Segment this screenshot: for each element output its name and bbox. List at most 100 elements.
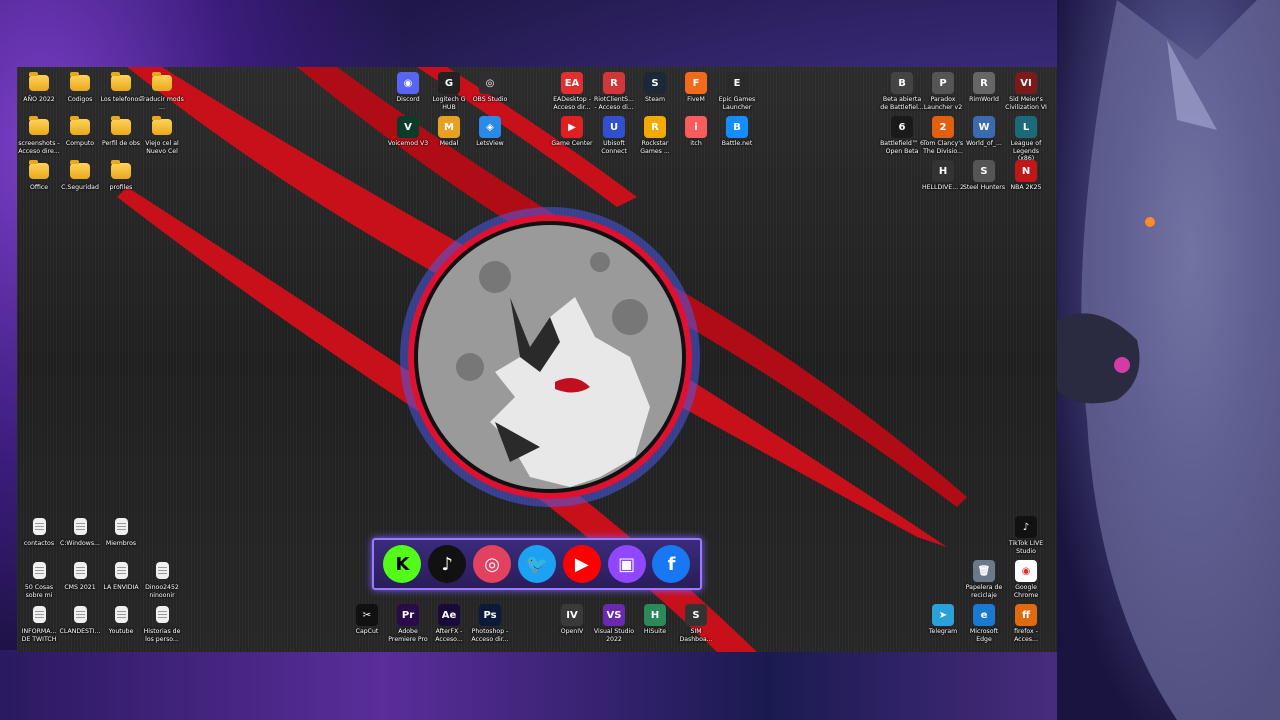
desktop-icon-label: Ubisoft Connect [601,140,627,155]
desktop-icon[interactable]: AÑO 2022 [17,72,61,104]
desktop-icon[interactable]: F FiveM [674,72,718,104]
instagram-icon[interactable]: ◎ [473,545,512,583]
desktop-icon[interactable]: contactos [17,516,61,548]
desktop-icon[interactable]: U Ubisoft Connect [592,116,636,155]
desktop-icon[interactable]: Perfil de obs [99,116,143,148]
desktop-icon[interactable]: V Voicemod V3 [386,116,430,148]
desktop-icon[interactable]: S SIM Dashboa... [674,604,718,643]
desktop-icon[interactable]: CLANDESTI... [58,604,102,636]
desktop-icon[interactable]: screenshots - Acceso dire... [17,116,61,155]
desktop-icon[interactable]: ♪ TikTok LIVE Studio [1004,516,1048,555]
tiktok-icon[interactable]: ♪ [428,545,467,583]
desktop-icon[interactable]: Computo [58,116,102,148]
app-icon: U [603,116,625,138]
desktop-icon[interactable]: 🗑 Papelera de reciclaje [962,560,1006,599]
desktop-icon[interactable]: G Logitech G HUB [427,72,471,111]
desktop-icon[interactable]: 6 Battlefield™ 6 Open Beta [880,116,924,155]
desktop-icon[interactable]: ◈ LetsView [468,116,512,148]
desktop-icon[interactable]: H HiSuite [633,604,677,636]
desktop-icon[interactable]: ◎ OBS Studio [468,72,512,104]
desktop-icon[interactable]: IV OpenIV [550,604,594,636]
twitter-icon[interactable]: 🐦 [517,545,556,583]
desktop-icon[interactable]: R RiotClientS... - Acceso di... [592,72,636,111]
desktop-icon-label: Discord [396,96,420,103]
desktop-icon[interactable]: Historias de los perso... [140,604,184,643]
desktop-icon-label: RiotClientS... - Acceso di... [594,96,634,111]
desktop-icon[interactable]: R RimWorld [962,72,1006,104]
desktop-icon[interactable]: Office [17,160,61,192]
desktop-icon[interactable]: Codigos [58,72,102,104]
desktop-icon[interactable]: i itch [674,116,718,148]
desktop-icon-label: Telegram [928,628,958,635]
desktop-icon[interactable]: 2 Tom Clancy's The Divisio... [921,116,965,155]
document-icon [73,606,87,623]
desktop-icon[interactable]: S Steam [633,72,677,104]
desktop-icon-label: Battle.net [721,140,753,147]
desktop-icon[interactable]: Dinoo2452 ninoonir [140,560,184,599]
document-icon [32,606,46,623]
kick-icon[interactable]: K [383,545,422,583]
app-icon: e [973,604,995,626]
desktop-icon-label: Steel Hunters [962,184,1006,191]
facebook-icon[interactable]: f [652,545,691,583]
desktop-icon[interactable]: N NBA 2K25 [1004,160,1048,192]
desktop-icon[interactable]: VI Sid Meier's Civilization VI [1004,72,1048,111]
desktop-icon[interactable]: M Medal [427,116,471,148]
desktop-icon[interactable]: ➤ Telegram [921,604,965,636]
desktop-icon[interactable]: Viejo cel al Nuevo Cel [140,116,184,155]
desktop-icon[interactable]: B Beta abierta de Battlefiel... [880,72,924,111]
app-icon: ✂ [356,604,378,626]
desktop-icon[interactable]: Pr Adobe Premiere Pro [386,604,430,643]
desktop-icon[interactable]: R Rockstar Games ... [633,116,677,155]
desktop-icon[interactable]: S Steel Hunters [962,160,1006,192]
desktop-icon-label: Battlefield™ 6 Open Beta [880,140,924,155]
desktop-icon[interactable]: ◉ Discord [386,72,430,104]
desktop-area[interactable]: AÑO 2022 Codigos Los telefonos Traducir mod… [17,67,1057,652]
desktop-icon[interactable]: Miembros [99,516,143,548]
app-icon: W [973,116,995,138]
desktop-icon-label: NBA 2K25 [1010,184,1042,191]
app-icon: 6 [891,116,913,138]
desktop-icon[interactable]: ✂ CapCut [345,604,389,636]
desktop-icon[interactable]: LA ENVIDIA [99,560,143,592]
desktop-icon-label: C.Seguridad [61,184,99,191]
desktop-icon[interactable]: B Battle.net [715,116,759,148]
desktop-icon[interactable]: ◉ Google Chrome [1004,560,1048,599]
app-icon: B [726,116,748,138]
desktop-icon[interactable]: INFORMA... DE TWITCH [17,604,61,643]
desktop-icon[interactable]: C:Windows... [58,516,102,548]
desktop-icon-label: Tom Clancy's The Divisio... [922,140,964,155]
desktop-icon[interactable]: Ae AfterFX - Acceso... [427,604,471,643]
desktop-icon[interactable]: E Epic Games Launcher [715,72,759,111]
app-icon: F [685,72,707,94]
folder-icon [111,72,131,91]
youtube-icon[interactable]: ▶ [562,545,601,583]
app-icon: R [973,72,995,94]
desktop-icon[interactable]: L League of Legends (x86) [1004,116,1048,163]
app-icon: 🗑 [973,560,995,582]
desktop-icon[interactable]: C.Seguridad [58,160,102,192]
desktop-icon[interactable]: CMS 2021 [58,560,102,592]
desktop-icon[interactable]: profiles [99,160,143,192]
desktop-icon[interactable]: e Microsoft Edge [962,604,1006,643]
desktop-icon[interactable]: ff firefox - Acces... [1004,604,1048,643]
desktop-icon[interactable]: H HELLDIVE... 2 [921,160,965,192]
desktop-icon[interactable]: EA EADesktop - Acceso dir... [550,72,594,111]
desktop-icon[interactable]: Traducir mods ... [140,72,184,111]
desktop-icon[interactable]: ▶ Game Center [550,116,594,148]
document-icon [114,562,128,579]
desktop-icon[interactable]: Los telefonos [99,72,143,104]
desktop-icon-label: firefox - Acces... [1014,628,1038,643]
desktop-icon[interactable]: Ps Photoshop - Acceso dir... [468,604,512,643]
desktop-icon[interactable]: P Paradox Launcher v2 [921,72,965,111]
desktop-icon[interactable]: W World_of_... [962,116,1006,148]
document-icon [155,606,169,623]
desktop-icon-label: Office [29,184,49,191]
app-icon: ➤ [932,604,954,626]
desktop-icon[interactable]: Youtube [99,604,143,636]
desktop-icon[interactable]: VS Visual Studio 2022 [592,604,636,643]
desktop-icon-label: Microsoft Edge [969,628,999,643]
desktop-icon-label: Paradox Launcher v2 [923,96,963,111]
desktop-icon[interactable]: 50 Cosas sobre mi [17,560,61,599]
twitch-icon[interactable]: ▣ [607,545,646,583]
